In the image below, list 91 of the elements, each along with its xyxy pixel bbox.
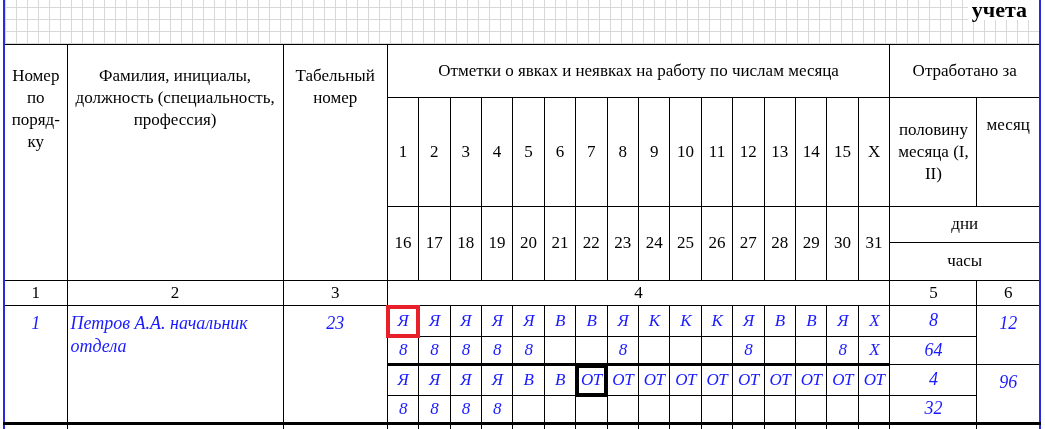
table-cell: 4 [889,364,977,396]
column-number: 1 [4,280,68,306]
day-number: 31 [858,206,890,281]
day-number: 28 [764,206,796,281]
day-number: 18 [450,206,482,281]
hours-value: 8 [618,339,627,359]
day-number: 13 [764,97,796,207]
table-cell: Х [858,305,890,337]
table-cell: Я [732,305,765,337]
table-cell: Я [450,364,482,396]
day-number: 23 [607,206,639,281]
day-number: 7 [575,97,608,207]
table-cell: К [669,305,702,337]
day-number: 3 [450,97,482,207]
table-cell: Я [826,305,859,337]
table-cell: ОТ [826,364,859,396]
day-number: 14 [795,97,827,207]
column-number: 2 [67,280,284,306]
table-cell: В [575,305,608,337]
day-number: 11 [701,97,733,207]
table-cell: Я [481,305,513,337]
table-cell: В [795,305,827,337]
day-number: 10 [669,97,702,207]
day-number: 20 [512,206,545,281]
hours-value: 8 [493,339,502,359]
day-number: 30 [826,206,859,281]
day-number: 16 [387,206,419,281]
hours-value: 8 [524,339,533,359]
table-cell: К [638,305,670,337]
table-cell: ОТ [764,364,796,396]
day-number: 2 [418,97,450,207]
day-number: 27 [732,206,765,281]
table-cell: Я [481,364,513,396]
column-header: Отметки о явках и неявках на работу по числам месяца [387,44,890,98]
day-number: 4 [481,97,513,207]
table-cell: Я [607,305,639,337]
table-cell: ОТ [607,364,639,396]
day-number: 17 [418,206,450,281]
day-number: 8 [607,97,639,207]
table-cell: ОТ [669,364,702,396]
day-number: 15 [826,97,859,207]
table-cell: Я [418,305,450,337]
hours-value: 8 [461,339,470,359]
table-cell: ОТ [701,364,733,396]
table-cell: ОТ [575,364,608,396]
table-cell: Я [387,364,419,396]
hours-value: 8 [838,339,847,359]
table-cell: В [764,305,796,337]
column-header: Фамилия, инициалы, должность (специальность, профессия) [67,44,284,281]
table-cell: ОТ [795,364,827,396]
day-number: 1 [387,97,419,207]
hours-value: 8 [744,339,753,359]
hours-value: 8 [461,398,470,418]
table-cell: Я [512,305,545,337]
column-header: Табельный номер [283,44,388,281]
hours-value: Х [869,339,880,359]
hours-value: 8 [398,398,407,418]
day-number: X [858,97,890,207]
table-cell: ОТ [638,364,670,396]
table-cell: ОТ [732,364,765,396]
day-number: 5 [512,97,545,207]
table-cell: 8 [889,305,977,337]
day-number: 26 [701,206,733,281]
table-cell: ОТ [858,364,890,396]
table-cell: В [512,364,545,396]
hours-value: 8 [430,339,439,359]
table-cell: К [701,305,733,337]
hours-value: 8 [430,398,439,418]
column-number: 3 [283,280,388,306]
day-number: 29 [795,206,827,281]
day-number: 24 [638,206,670,281]
table-cell: Я [387,305,419,337]
hours-value: 8 [493,398,502,418]
day-number: 22 [575,206,608,281]
column-header: Номер по поряд-ку [4,44,68,281]
column-header: Отработано за [889,44,1040,98]
day-number: 9 [638,97,670,207]
day-number: 25 [669,206,702,281]
column-header: половину месяца (I, II) [889,97,977,207]
day-number: 12 [732,97,765,207]
day-number: 19 [481,206,513,281]
hours-value: 8 [398,339,407,359]
table-cell: Я [418,364,450,396]
table-cell: В [544,305,576,337]
table-cell: Петров А.А. начальник отдела [67,305,284,424]
sheet-heading: учета [967,0,1039,20]
day-number: 21 [544,206,576,281]
table-cell: В [544,364,576,396]
table-cell: Я [450,305,482,337]
column-number: 5 [889,280,977,306]
day-number: 6 [544,97,576,207]
